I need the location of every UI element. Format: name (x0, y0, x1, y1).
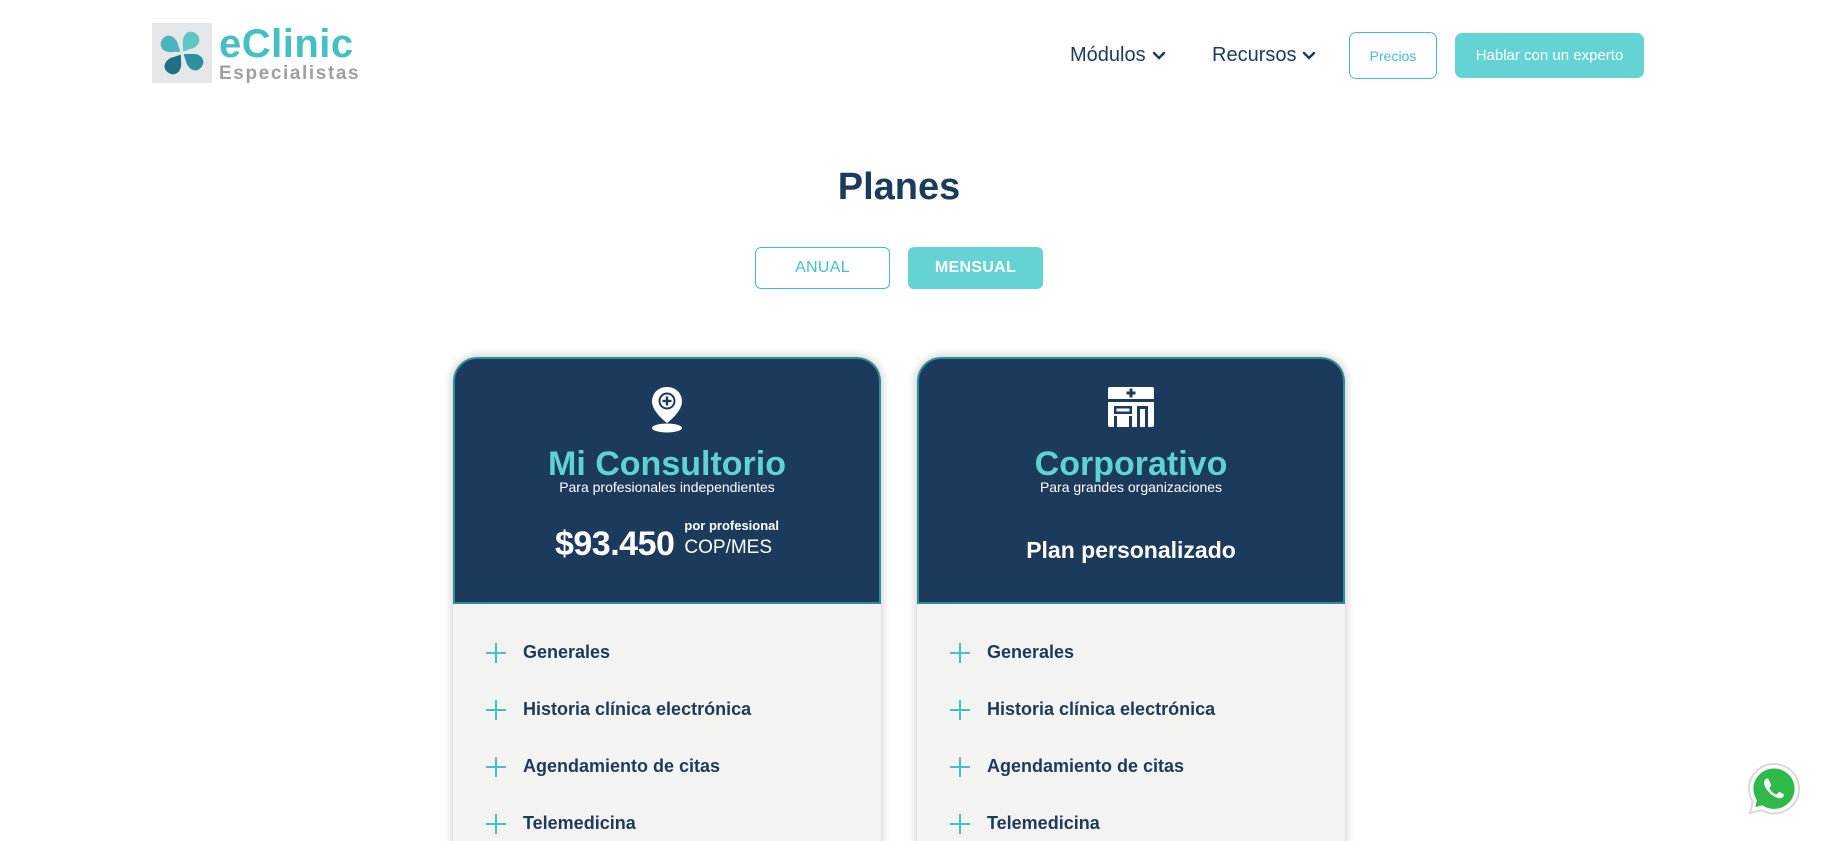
nav-modulos-label: Módulos (1070, 44, 1146, 66)
plan-card-mi-consultorio: Mi Consultorio Para profesionales indepe… (453, 357, 881, 841)
feature-label: Generales (523, 642, 611, 662)
plus-icon (486, 756, 506, 777)
plus-icon (950, 699, 970, 720)
plus-icon (486, 813, 506, 834)
page-title: Planes (837, 166, 961, 208)
toggle-anual[interactable]: ANUAL (755, 247, 890, 289)
plus-icon (486, 642, 506, 663)
plan-name: Mi Consultorio (548, 445, 786, 483)
plan-card-header: Mi Consultorio Para profesionales indepe… (453, 357, 881, 604)
feature-item[interactable]: Historia clínica electrónica (453, 681, 881, 738)
feature-list: Generales Historia clínica electrónica A… (917, 604, 1345, 841)
plan-card-header: Corporativo Para grandes organizaciones … (917, 357, 1345, 604)
precios-button[interactable]: Precios (1349, 32, 1437, 79)
price-row: $93.450 por profesional COP/MES (455, 517, 879, 564)
feature-label: Agendamiento de citas (523, 756, 721, 776)
chevron-down-icon (1303, 51, 1316, 60)
logo-cross-icon (152, 23, 212, 83)
feature-item[interactable]: Agendamiento de citas (917, 738, 1345, 795)
feature-item[interactable]: Generales (917, 624, 1345, 681)
plus-icon (486, 699, 506, 720)
toggle-mensual[interactable]: MENSUAL (908, 247, 1043, 289)
logo-title: eClinic (219, 22, 354, 66)
nav-recursos-label: Recursos (1212, 44, 1297, 66)
logo[interactable]: eClinic Especialistas (152, 23, 360, 83)
hospital-building-icon (1108, 387, 1154, 427)
feature-item[interactable]: Generales (453, 624, 881, 681)
feature-item[interactable]: Agendamiento de citas (453, 738, 881, 795)
feature-item[interactable]: Telemedicina (917, 795, 1345, 841)
logo-subtitle: Especialistas (219, 63, 361, 84)
location-pin-plus-icon (652, 387, 682, 433)
feature-label: Telemedicina (987, 813, 1100, 833)
nav-recursos[interactable]: Recursos (1212, 32, 1316, 79)
plan-description: Para profesionales independientes (559, 479, 775, 495)
plus-icon (950, 813, 970, 834)
plan-card-corporativo: Corporativo Para grandes organizaciones … (917, 357, 1345, 841)
price-unit-top: por profesional (684, 518, 780, 533)
plan-description: Para grandes organizaciones (1039, 479, 1223, 495)
feature-item[interactable]: Historia clínica electrónica (917, 681, 1345, 738)
feature-label: Telemedicina (523, 813, 636, 833)
plan-price-custom: Plan personalizado (1026, 537, 1236, 563)
plus-icon (950, 642, 970, 663)
nav-modulos[interactable]: Módulos (1070, 32, 1166, 79)
feature-label: Historia clínica electrónica (523, 699, 752, 719)
plan-price: $93.450 (554, 525, 675, 563)
feature-label: Historia clínica electrónica (987, 699, 1216, 719)
feature-list: Generales Historia clínica electrónica A… (453, 604, 881, 841)
hablar-experto-button[interactable]: Hablar con un experto (1455, 33, 1644, 78)
plan-name: Corporativo (1034, 445, 1228, 483)
feature-label: Generales (987, 642, 1075, 662)
plus-icon (950, 756, 970, 777)
whatsapp-button[interactable] (1746, 761, 1802, 817)
feature-item[interactable]: Telemedicina (453, 795, 881, 841)
whatsapp-icon (1747, 762, 1801, 815)
feature-label: Agendamiento de citas (987, 756, 1185, 776)
chevron-down-icon (1152, 51, 1165, 60)
price-unit-bottom: COP/MES (684, 537, 773, 558)
